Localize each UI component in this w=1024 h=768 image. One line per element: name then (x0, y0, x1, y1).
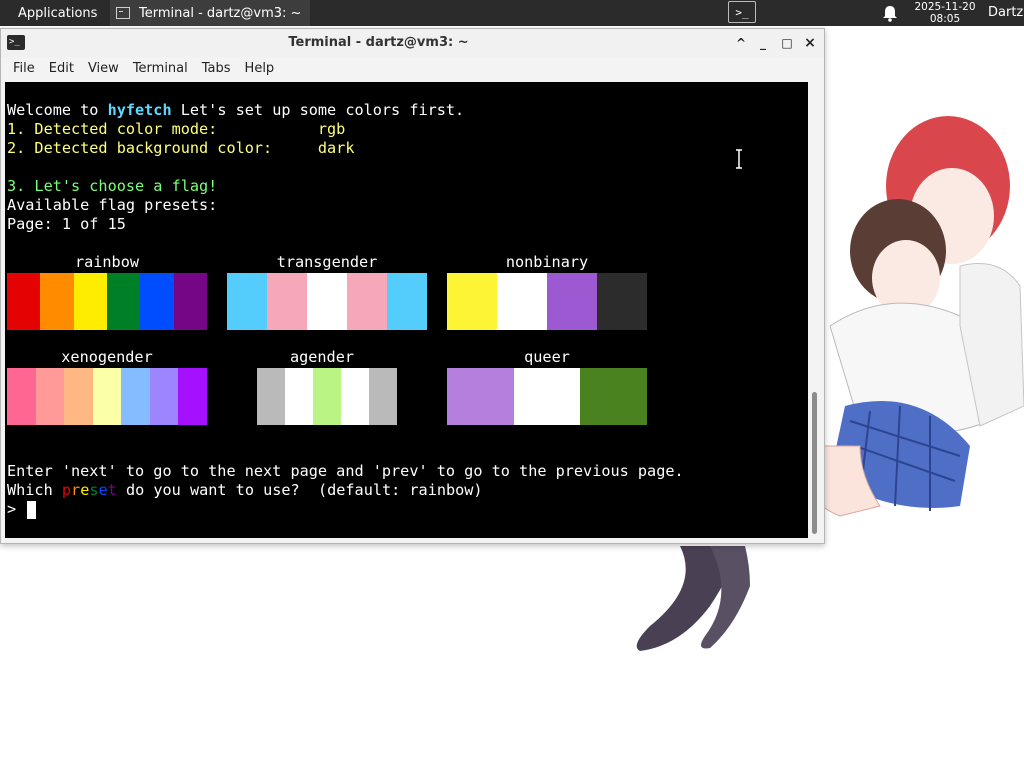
question-word-preset: preset (62, 481, 117, 499)
terminal-launcher-icon: >_ (735, 5, 749, 19)
applications-menu-label: Applications (18, 5, 98, 21)
notification-bell-icon[interactable] (882, 4, 898, 22)
question-word-letter: t (107, 481, 117, 499)
flag-stripe (580, 368, 648, 425)
panel-clock[interactable]: 2025-11-20 08:05 (910, 1, 980, 25)
shade-button[interactable]: ^ (732, 34, 750, 52)
preset-question-line: Which preset do you want to use? (defaul… (7, 481, 483, 500)
menu-file[interactable]: File (6, 57, 42, 81)
flag-stripe (307, 273, 347, 330)
input-prompt: > (7, 500, 26, 518)
flag-stripe (40, 273, 74, 330)
applications-menu-button[interactable]: Applications (0, 0, 108, 26)
flag-stripe (497, 273, 547, 330)
terminal-launcher-button[interactable]: >_ (728, 1, 756, 23)
flag-agender (257, 368, 397, 425)
clock-time: 08:05 (929, 13, 961, 25)
flag-stripe (106, 273, 141, 330)
flag-stripe (597, 273, 647, 330)
menu-view[interactable]: View (81, 57, 126, 81)
question-prefix: Which (7, 481, 62, 499)
flag-label-rainbow: rainbow (74, 253, 139, 271)
flag-stripe (227, 273, 267, 330)
flag-stripe (447, 273, 497, 330)
flag-stripe (347, 273, 387, 330)
flag-label-queer: queer (524, 348, 570, 366)
flag-stripe (73, 273, 107, 330)
flag-stripe (7, 368, 36, 425)
pagination-hint-line: Enter 'next' to go to the next page and … (7, 462, 684, 480)
flag-stripe (267, 273, 307, 330)
question-word-letter: p (61, 481, 72, 499)
welcome-suffix: Let's set up some colors first. (171, 101, 465, 119)
menu-help[interactable]: Help (238, 57, 282, 81)
flag-label-transgender: transgender (276, 253, 378, 271)
top-panel: Applications Terminal - dartz@vm3: ~ (0, 0, 1024, 26)
question-word-letter: s (89, 481, 99, 499)
window-titlebar[interactable]: >_ Terminal - dartz@vm3: ~ ^ _ □ × (1, 29, 824, 57)
text-cursor (27, 501, 36, 519)
flag-label-xenogender: xenogender (61, 348, 153, 366)
terminal-window: >_ Terminal - dartz@vm3: ~ ^ _ □ × File … (0, 28, 825, 544)
flag-stripe (285, 368, 313, 425)
flag-stripe (140, 273, 174, 330)
flag-stripe (35, 368, 65, 425)
flag-stripe (257, 368, 285, 425)
flag-stripe (64, 368, 93, 425)
flag-stripe (92, 368, 122, 425)
taskbar-terminal-button[interactable]: Terminal - dartz@vm3: ~ (110, 0, 310, 26)
flag-stripe (369, 368, 397, 425)
welcome-brand: hyfetch (107, 101, 172, 119)
minimize-button[interactable]: _ (754, 34, 772, 52)
question-word-letter: e (98, 481, 108, 499)
color-mode-line: 1. Detected color mode: rgb (7, 120, 346, 138)
flag-stripe (547, 273, 597, 330)
window-title: Terminal - dartz@vm3: ~ (288, 35, 469, 50)
menu-bar: File Edit View Terminal Tabs Help (1, 57, 824, 81)
flag-label-nonbinary: nonbinary (505, 253, 589, 271)
flag-stripe (341, 368, 369, 425)
flag-queer (447, 368, 648, 425)
page-line: Page: 1 of 15 (7, 215, 126, 233)
question-word-letter: r (71, 481, 81, 499)
flag-stripe (313, 368, 341, 425)
flag-stripe (7, 273, 41, 330)
flag-stripe (121, 368, 150, 425)
flag-transgender (227, 273, 427, 330)
flag-rainbow (7, 273, 207, 330)
flag-label-agender: agender (289, 348, 354, 366)
terminal-scrollbar[interactable] (808, 82, 822, 538)
flag-stripe (513, 368, 581, 425)
flag-stripe (178, 368, 208, 425)
welcome-line: Welcome to hyfetch Let's set up some col… (7, 101, 464, 120)
question-word-letter: e (80, 481, 90, 499)
menu-edit[interactable]: Edit (42, 57, 81, 81)
menu-tabs[interactable]: Tabs (195, 57, 238, 81)
scrollbar-thumb[interactable] (812, 392, 817, 534)
flag-stripe (447, 368, 514, 425)
choose-flag-line: 3. Let's choose a flag! (7, 177, 218, 195)
welcome-prefix: Welcome to (7, 101, 108, 119)
menu-terminal[interactable]: Terminal (126, 57, 195, 81)
flag-stripe (149, 368, 179, 425)
flag-presets-line: Available flag presets: (7, 196, 218, 214)
user-menu-button[interactable]: Dartz (988, 0, 1023, 26)
terminal-icon (116, 7, 130, 19)
clock-date: 2025-11-20 (914, 1, 976, 13)
flag-nonbinary (447, 273, 647, 330)
flag-stripe (173, 273, 207, 330)
taskbar-terminal-label: Terminal - dartz@vm3: ~ (139, 5, 302, 21)
ibeam-cursor-icon (736, 149, 742, 169)
flag-stripe (387, 273, 427, 330)
question-suffix: do you want to use? (default: rainbow) (116, 481, 483, 499)
terminal-output[interactable]: Welcome to hyfetch Let's set up some col… (5, 82, 808, 538)
close-button[interactable]: × (801, 34, 819, 52)
background-color-line: 2. Detected background color: dark (7, 139, 355, 157)
desktop: Applications Terminal - dartz@vm3: ~ >_ … (0, 0, 1024, 768)
flag-xenogender (7, 368, 208, 425)
maximize-button[interactable]: □ (778, 34, 796, 52)
